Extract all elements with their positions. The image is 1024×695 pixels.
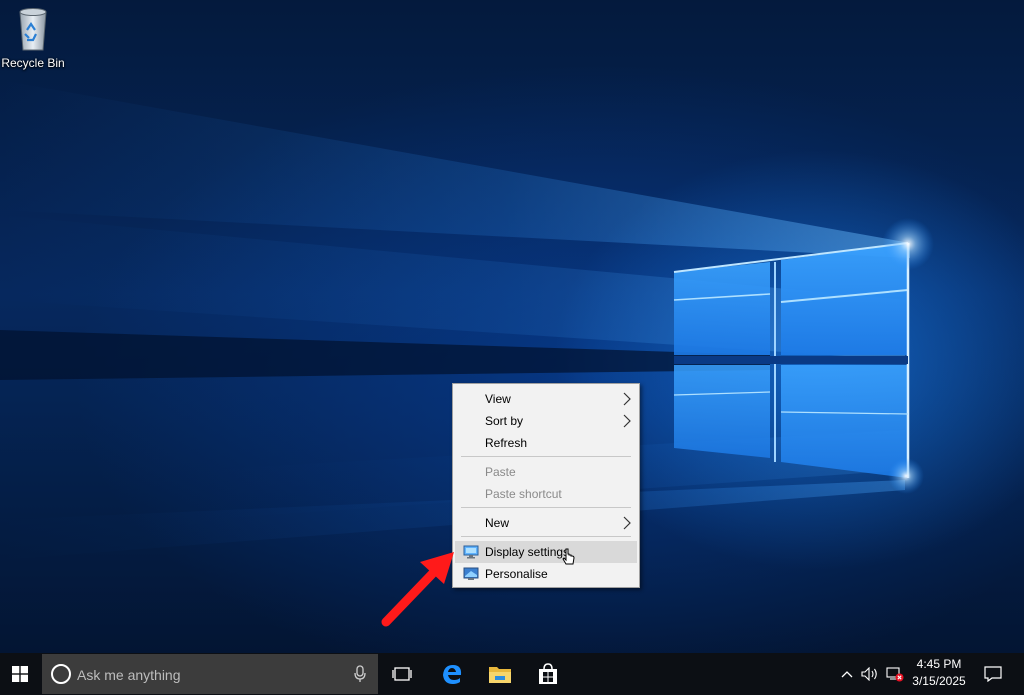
cortana-icon bbox=[51, 664, 71, 684]
personalise-icon bbox=[463, 567, 479, 580]
menu-separator bbox=[461, 456, 631, 457]
clock-date: 3/15/2025 bbox=[912, 674, 966, 688]
chevron-up-icon bbox=[841, 671, 853, 678]
menu-item-label: View bbox=[485, 392, 511, 406]
menu-item-label: New bbox=[485, 516, 510, 530]
menu-separator bbox=[461, 536, 631, 537]
menu-item-label: Refresh bbox=[485, 436, 528, 450]
desktop-icon-label: Recycle Bin bbox=[1, 56, 65, 70]
show-hidden-icons-button[interactable] bbox=[838, 653, 856, 695]
display-icon bbox=[463, 545, 479, 559]
search-placeholder: Ask me anything bbox=[77, 667, 181, 683]
annotation-arrow bbox=[381, 552, 454, 627]
microphone-icon[interactable] bbox=[354, 665, 366, 683]
chevron-right-icon bbox=[623, 392, 631, 406]
menu-item-label: Paste bbox=[485, 465, 516, 479]
network-disconnected-icon bbox=[886, 667, 904, 682]
edge-icon bbox=[443, 665, 462, 684]
recycle-bin-icon bbox=[19, 8, 47, 51]
start-button[interactable] bbox=[0, 653, 40, 695]
volume-icon bbox=[861, 667, 877, 681]
search-input[interactable]: Ask me anything bbox=[42, 654, 378, 694]
store-button[interactable] bbox=[526, 653, 570, 695]
taskbar: Ask me anything 4:45 PM 3/15/2025 bbox=[0, 653, 1024, 695]
file-explorer-icon bbox=[489, 667, 511, 683]
clock-time: 4:45 PM bbox=[916, 657, 962, 671]
chevron-right-icon bbox=[623, 516, 631, 530]
store-icon bbox=[539, 663, 557, 684]
menu-item-sort-by[interactable]: Sort by bbox=[455, 410, 637, 432]
desktop[interactable]: Recycle Bin View Sort by Refresh Paste P… bbox=[0, 0, 1024, 653]
menu-item-personalise[interactable]: Personalise bbox=[455, 563, 637, 585]
notification-icon bbox=[984, 666, 1002, 682]
menu-item-display-settings[interactable]: Display settings bbox=[455, 541, 637, 563]
mouse-cursor bbox=[562, 548, 575, 565]
menu-item-view[interactable]: View bbox=[455, 388, 637, 410]
task-view-button[interactable] bbox=[380, 653, 424, 695]
clock[interactable]: 4:45 PM 3/15/2025 bbox=[908, 656, 970, 692]
menu-item-refresh[interactable]: Refresh bbox=[455, 432, 637, 454]
menu-separator bbox=[461, 507, 631, 508]
edge-browser-button[interactable] bbox=[430, 653, 474, 695]
menu-item-paste[interactable]: Paste bbox=[455, 461, 637, 483]
windows-logo-icon bbox=[12, 666, 28, 682]
network-button[interactable] bbox=[884, 653, 906, 695]
file-explorer-button[interactable] bbox=[478, 653, 522, 695]
menu-item-label: Display settings bbox=[485, 545, 570, 559]
menu-item-label: Paste shortcut bbox=[485, 487, 562, 501]
menu-item-paste-shortcut[interactable]: Paste shortcut bbox=[455, 483, 637, 505]
volume-button[interactable] bbox=[858, 653, 882, 695]
menu-item-new[interactable]: New bbox=[455, 512, 637, 534]
menu-item-label: Sort by bbox=[485, 414, 524, 428]
desktop-context-menu: View Sort by Refresh Paste Paste shortcu… bbox=[452, 383, 640, 588]
action-center-button[interactable] bbox=[978, 653, 1008, 695]
task-view-icon bbox=[392, 667, 412, 681]
menu-item-label: Personalise bbox=[485, 567, 548, 581]
desktop-icon-recycle-bin[interactable]: Recycle Bin bbox=[0, 4, 66, 74]
chevron-right-icon bbox=[623, 414, 631, 428]
